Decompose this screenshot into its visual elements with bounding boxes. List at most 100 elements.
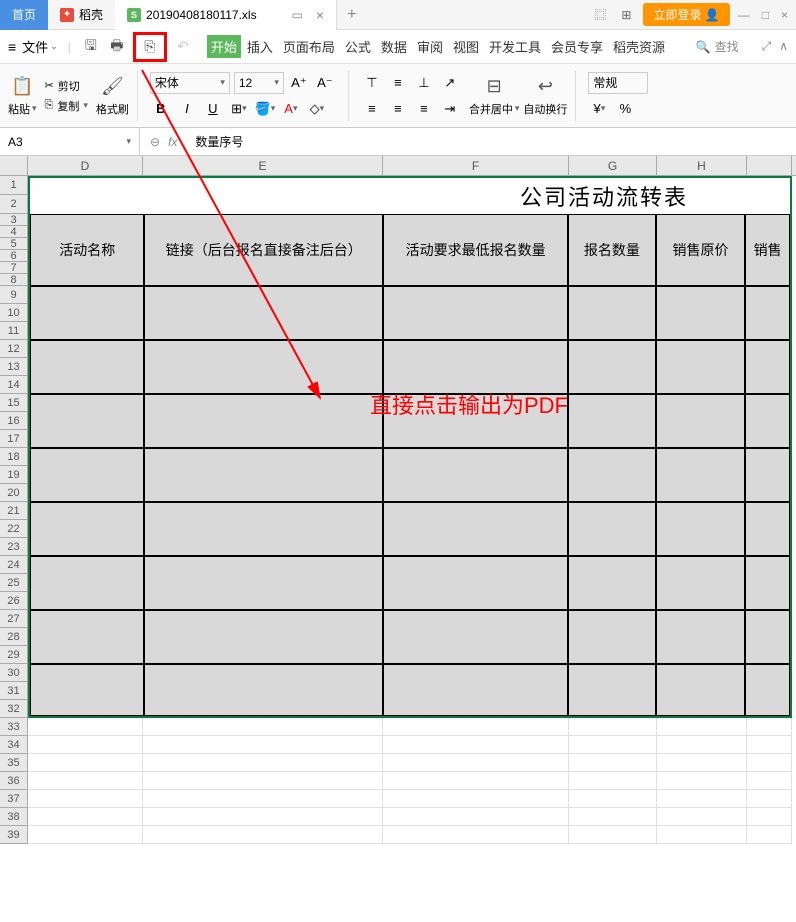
table-cell[interactable] (144, 556, 383, 610)
table-cell[interactable] (383, 664, 568, 716)
table-cell[interactable] (568, 394, 656, 448)
row-header[interactable]: 19 (0, 466, 27, 484)
ribbon-tab-formula[interactable]: 公式 (341, 35, 375, 58)
table-cell[interactable] (383, 610, 568, 664)
auto-wrap-button[interactable]: ↩ 自动换行 (523, 75, 567, 117)
table-cell[interactable] (568, 448, 656, 502)
column-header[interactable]: G (569, 156, 657, 175)
file-menu[interactable]: 文件 ⌄ (22, 37, 58, 56)
table-cell[interactable] (568, 610, 656, 664)
select-all-corner[interactable] (0, 156, 28, 175)
increase-font-icon[interactable]: A⁺ (288, 72, 310, 94)
table-cell[interactable] (30, 502, 144, 556)
plain-row[interactable] (28, 754, 792, 772)
bold-button[interactable]: B (150, 98, 172, 120)
orientation-icon[interactable]: ↗ (439, 72, 461, 94)
plain-row[interactable] (28, 772, 792, 790)
maximize-icon[interactable]: □ (762, 8, 769, 22)
cell-reference-box[interactable]: A3 ▾ (0, 128, 140, 155)
percent-icon[interactable]: % (614, 98, 636, 120)
close-window-icon[interactable]: × (781, 8, 788, 22)
cancel-formula-icon[interactable]: ⊖ (150, 135, 160, 149)
search-box[interactable]: 🔍 查找 (689, 35, 746, 58)
print-icon[interactable]: 🖶 (107, 37, 127, 57)
border-button[interactable]: ⊞▾ (228, 98, 250, 120)
plain-row[interactable] (28, 736, 792, 754)
table-cell[interactable] (383, 448, 568, 502)
row-header[interactable]: 9 (0, 286, 27, 304)
plain-row[interactable] (28, 826, 792, 844)
copy-button[interactable]: ⎘复制▾ (45, 98, 88, 114)
table-cell[interactable] (144, 610, 383, 664)
table-cell[interactable] (656, 664, 746, 716)
table-cell[interactable] (568, 502, 656, 556)
tab-file[interactable]: S 20190408180117.xls ▭ × (115, 0, 337, 30)
row-header[interactable]: 4 (0, 226, 27, 238)
align-right-icon[interactable]: ≡ (413, 98, 435, 120)
row-header[interactable]: 3 (0, 214, 27, 226)
table-cell[interactable] (30, 394, 144, 448)
table-cell[interactable] (383, 556, 568, 610)
align-top-icon[interactable]: ⊤ (361, 72, 383, 94)
row-header[interactable]: 6 (0, 250, 27, 262)
font-color-button[interactable]: A▾ (280, 98, 302, 120)
table-cell[interactable] (568, 556, 656, 610)
align-middle-icon[interactable]: ≡ (387, 72, 409, 94)
table-cell[interactable] (745, 610, 790, 664)
tab-home[interactable]: 首页 (0, 0, 48, 30)
column-header[interactable]: F (383, 156, 569, 175)
table-cell[interactable] (383, 286, 568, 340)
table-cell[interactable] (383, 340, 568, 394)
row-header[interactable]: 24 (0, 556, 27, 574)
column-header[interactable] (747, 156, 792, 175)
table-cell[interactable] (30, 664, 144, 716)
row-header[interactable]: 23 (0, 538, 27, 556)
cells-area[interactable]: 公司活动流转表活动名称链接（后台报名直接备注后台）活动要求最低报名数量报名数量销… (28, 176, 796, 844)
table-cell[interactable] (568, 664, 656, 716)
row-header[interactable]: 16 (0, 412, 27, 430)
column-header[interactable]: E (143, 156, 383, 175)
underline-button[interactable]: U (202, 98, 224, 120)
row-header[interactable]: 7 (0, 262, 27, 274)
ribbon-tab-start[interactable]: 开始 (207, 35, 241, 58)
tab-menu-icon[interactable]: ▭ (292, 8, 303, 22)
table-cell[interactable] (144, 448, 383, 502)
align-center-icon[interactable]: ≡ (387, 98, 409, 120)
table-cell[interactable] (30, 556, 144, 610)
decrease-font-icon[interactable]: A⁻ (314, 72, 336, 94)
italic-button[interactable]: I (176, 98, 198, 120)
table-cell[interactable] (656, 340, 746, 394)
table-cell[interactable] (656, 610, 746, 664)
row-header[interactable]: 12 (0, 340, 27, 358)
font-size-select[interactable]: 12▾ (234, 72, 284, 94)
table-cell[interactable] (144, 340, 383, 394)
row-header[interactable]: 20 (0, 484, 27, 502)
row-header[interactable]: 11 (0, 322, 27, 340)
table-cell[interactable] (656, 448, 746, 502)
plain-row[interactable] (28, 808, 792, 826)
fill-color-button[interactable]: 🪣▾ (254, 98, 276, 120)
row-header[interactable]: 31 (0, 682, 27, 700)
table-cell[interactable] (144, 394, 383, 448)
ribbon-tab-page-layout[interactable]: 页面布局 (279, 35, 339, 58)
table-cell[interactable] (30, 340, 144, 394)
ribbon-tab-view[interactable]: 视图 (449, 35, 483, 58)
row-header[interactable]: 30 (0, 664, 27, 682)
paste-button[interactable]: 📋 粘贴▾ (8, 75, 37, 117)
table-cell[interactable] (144, 502, 383, 556)
row-header[interactable]: 22 (0, 520, 27, 538)
plain-row[interactable] (28, 718, 792, 736)
table-cell[interactable] (30, 286, 144, 340)
row-header[interactable]: 26 (0, 592, 27, 610)
table-cell[interactable] (745, 340, 790, 394)
row-header[interactable]: 36 (0, 772, 27, 790)
row-header[interactable]: 1 (0, 176, 27, 195)
row-header[interactable]: 15 (0, 394, 27, 412)
table-cell[interactable] (745, 286, 790, 340)
table-cell[interactable] (745, 448, 790, 502)
table-cell[interactable] (383, 394, 568, 448)
format-painter-button[interactable]: 🖌 格式刷 (96, 75, 129, 117)
table-cell[interactable] (745, 394, 790, 448)
undo-icon[interactable]: ↶ (173, 37, 193, 57)
layout-icon-1[interactable]: ⿴ (591, 6, 609, 24)
